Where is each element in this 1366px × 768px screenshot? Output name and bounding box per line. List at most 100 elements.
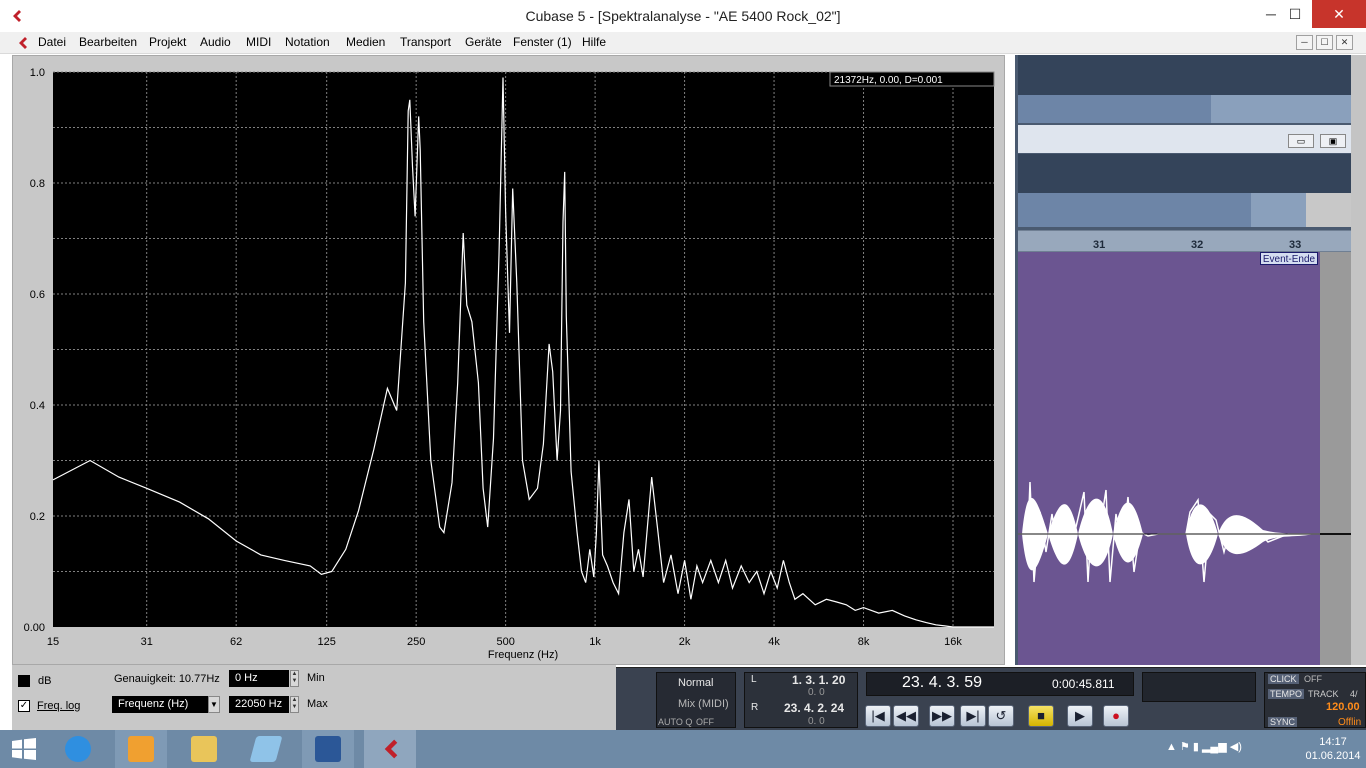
mode-dropdown-icon[interactable]: ▼ xyxy=(208,696,220,713)
mode-normal[interactable]: Normal xyxy=(678,677,713,689)
cursor-readout: 21372Hz, 0.00, D=0.001 xyxy=(834,75,943,86)
autoq-label: AUTO Q xyxy=(658,717,693,727)
menu-transport[interactable]: Transport xyxy=(400,35,451,49)
bar-position[interactable]: 23. 4. 3. 59 xyxy=(902,674,982,692)
db-checkbox[interactable] xyxy=(18,675,30,687)
menu-midi[interactable]: MIDI xyxy=(246,35,271,49)
menu-medien[interactable]: Medien xyxy=(346,35,385,49)
sync-value: Offlin xyxy=(1338,717,1362,728)
clock-time: 14:17 xyxy=(1319,736,1347,748)
event-tail-line xyxy=(1320,533,1351,535)
stop-button[interactable]: ■ xyxy=(1028,705,1054,727)
start-button[interactable] xyxy=(0,730,52,768)
menu-notation[interactable]: Notation xyxy=(285,35,330,49)
spectrum-analysis-panel: 15 31 62 125 250 500 1k 2k 4k 8k 16k 0.00 0.2 0.4 0.6 0… xyxy=(12,55,1005,665)
mdi-minimize-button[interactable]: ─ xyxy=(1296,35,1313,50)
cycle-button[interactable]: ↺ xyxy=(988,705,1014,727)
rewind-button[interactable]: ◀◀ xyxy=(893,705,919,727)
analysis-options: dB ✓ Freq. log Genauigkeit: 10.77Hz 0 Hz… xyxy=(12,665,616,730)
x-tick-label: 31 xyxy=(141,636,153,648)
menu-geraete[interactable]: Geräte xyxy=(465,35,502,49)
go-to-start-button[interactable]: |◀ xyxy=(865,705,891,727)
sub-maximize-button[interactable]: ▣ xyxy=(1320,134,1346,148)
tempo-value[interactable]: 120.00 xyxy=(1326,701,1360,713)
windows-logo-icon xyxy=(12,738,36,760)
mode-mix[interactable]: Mix (MIDI) xyxy=(678,698,729,710)
taskbar-word[interactable] xyxy=(302,730,354,768)
y-tick-label: 0.2 xyxy=(30,511,45,523)
maximize-button[interactable]: ☐ xyxy=(1276,0,1314,28)
y-tick-label: 0.8 xyxy=(30,178,45,190)
timeline-ruler[interactable]: 31 32 33 xyxy=(1018,230,1351,252)
x-tick-label: 125 xyxy=(318,636,336,648)
tempo-mode[interactable]: TRACK xyxy=(1308,689,1339,699)
title-bar: Cubase 5 - [Spektralanalyse - "AE 5400 R… xyxy=(0,0,1366,32)
menu-bearbeiten[interactable]: Bearbeiten xyxy=(79,35,137,49)
tempo-label[interactable]: TEMPO xyxy=(1268,689,1305,699)
max-label: Max xyxy=(307,698,328,710)
sync-label[interactable]: SYNC xyxy=(1268,717,1298,727)
audio-event[interactable] xyxy=(1018,252,1320,665)
mdi-close-button[interactable]: ✕ xyxy=(1336,35,1353,50)
taskbar-ie[interactable] xyxy=(52,730,104,768)
folder-icon xyxy=(191,736,217,762)
menu-projekt[interactable]: Projekt xyxy=(149,35,186,49)
close-button[interactable]: ✕ xyxy=(1312,0,1366,28)
autoq-value[interactable]: OFF xyxy=(696,717,714,727)
mode-select[interactable]: Frequenz (Hz) xyxy=(112,696,209,713)
y-tick-label: 0.6 xyxy=(30,289,45,301)
window-title: Cubase 5 - [Spektralanalyse - "AE 5400 R… xyxy=(525,8,841,24)
taskbar-outlook[interactable] xyxy=(115,730,167,768)
mini-region-mid xyxy=(1251,193,1306,227)
time-signature[interactable]: 4/ xyxy=(1350,689,1358,699)
sub-minimize-button[interactable]: ▭ xyxy=(1288,134,1314,148)
menu-fenster[interactable]: Fenster (1) xyxy=(513,35,572,49)
time-position[interactable]: 0:00:45.811 xyxy=(1052,677,1115,691)
left-locator-label: L xyxy=(751,674,757,685)
click-value[interactable]: OFF xyxy=(1304,674,1322,684)
taskbar-cubase[interactable] xyxy=(364,730,416,768)
click-label[interactable]: CLICK xyxy=(1268,674,1299,684)
x-tick-label: 500 xyxy=(496,636,514,648)
event-end-label: Event-Ende xyxy=(1260,252,1318,265)
go-to-end-button[interactable]: ▶| xyxy=(960,705,986,727)
min-spinner[interactable]: ▲ ▼ xyxy=(290,670,299,687)
min-frequency-field[interactable]: 0 Hz xyxy=(229,670,289,687)
menu-audio[interactable]: Audio xyxy=(200,35,231,49)
menu-hilfe[interactable]: Hilfe xyxy=(582,35,606,49)
outlook-icon xyxy=(128,736,154,762)
cubase-taskbar-icon xyxy=(384,739,398,759)
ruler-bar-32: 32 xyxy=(1191,239,1204,251)
play-button[interactable]: ▶ xyxy=(1067,705,1093,727)
internet-explorer-icon xyxy=(65,736,91,762)
freq-log-checkbox[interactable]: ✓ xyxy=(18,700,30,712)
left-locator-sub: 0. 0 xyxy=(808,687,825,698)
fast-forward-button[interactable]: ▶▶ xyxy=(929,705,955,727)
mdi-restore-button[interactable]: ☐ xyxy=(1316,35,1333,50)
word-icon xyxy=(315,736,341,762)
clock-date: 01.06.2014 xyxy=(1305,750,1361,762)
notes-icon xyxy=(249,736,283,762)
marker-box[interactable] xyxy=(1142,672,1256,702)
track-overview xyxy=(1018,55,1351,95)
accuracy-label: Genauigkeit: 10.77Hz xyxy=(114,673,220,685)
x-tick-label: 4k xyxy=(768,636,780,648)
taskbar-clock[interactable]: 14:17 01.06.2014 xyxy=(1302,735,1364,763)
left-locator[interactable]: 1. 3. 1. 20 xyxy=(792,673,845,687)
max-spinner[interactable]: ▲ ▼ xyxy=(290,696,299,713)
app-menu-icon[interactable] xyxy=(16,36,30,50)
taskbar-notes[interactable] xyxy=(240,730,292,768)
max-frequency-field[interactable]: 22050 Hz xyxy=(229,696,289,713)
tray-icons[interactable]: ▲ ⚑ ▮ ▂▄▆ ◀) xyxy=(1166,740,1242,753)
x-tick-label: 8k xyxy=(858,636,870,648)
arrange-scrollbar[interactable] xyxy=(1351,55,1366,665)
right-locator[interactable]: 23. 4. 2. 24 xyxy=(784,701,844,715)
ruler-bar-31: 31 xyxy=(1093,239,1106,251)
spectrum-chart: 15 31 62 125 250 500 1k 2k 4k 8k 16k 0.00 0.2 0.4 0.6 0… xyxy=(24,67,995,661)
menu-datei[interactable]: Datei xyxy=(38,35,66,49)
mini-region xyxy=(1018,193,1251,227)
record-button[interactable]: ● xyxy=(1103,705,1129,727)
x-tick-label: 2k xyxy=(679,636,691,648)
taskbar-explorer[interactable] xyxy=(178,730,230,768)
x-axis-label: Frequenz (Hz) xyxy=(488,649,558,661)
